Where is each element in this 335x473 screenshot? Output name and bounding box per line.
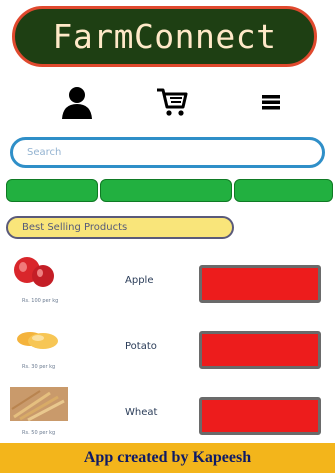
product-price: Rs. 100 per kg — [22, 298, 59, 304]
potato-image — [10, 321, 68, 355]
menu-icon[interactable] — [251, 82, 291, 122]
product-row-potato: Rs. 30 per kg Potato — [0, 321, 335, 379]
footer-credit: App created by Kapeesh — [83, 449, 252, 466]
menu-icon-glyph — [262, 95, 280, 110]
product-action-button[interactable] — [199, 331, 321, 369]
search-input[interactable] — [10, 137, 325, 168]
cart-icon[interactable] — [152, 82, 192, 122]
category-tab-2[interactable] — [100, 179, 232, 202]
icon-bar — [0, 82, 335, 122]
product-price: Rs. 30 per kg — [22, 364, 56, 370]
app-title: FarmConnect — [52, 17, 277, 56]
app-header: FarmConnect — [12, 6, 317, 67]
user-icon-glyph — [62, 87, 92, 119]
apple-image — [10, 255, 68, 289]
category-tab-3[interactable] — [234, 179, 333, 202]
section-label-text: Best Selling Products — [22, 222, 128, 233]
user-icon[interactable] — [57, 82, 97, 122]
product-row-apple: Rs. 100 per kg Apple — [0, 255, 335, 313]
product-name: Apple — [125, 275, 154, 286]
product-name: Wheat — [125, 407, 158, 418]
product-price: Rs. 50 per kg — [22, 430, 56, 436]
product-action-button[interactable] — [199, 265, 321, 303]
category-tabs — [6, 179, 335, 202]
cart-icon-glyph — [157, 88, 188, 116]
wheat-image — [10, 387, 68, 421]
section-label: Best Selling Products — [6, 216, 234, 239]
product-row-wheat: Rs. 50 per kg Wheat — [0, 387, 335, 445]
category-tab-1[interactable] — [6, 179, 98, 202]
footer-banner: App created by Kapeesh — [0, 443, 335, 473]
product-name: Potato — [125, 341, 157, 352]
product-action-button[interactable] — [199, 397, 321, 435]
